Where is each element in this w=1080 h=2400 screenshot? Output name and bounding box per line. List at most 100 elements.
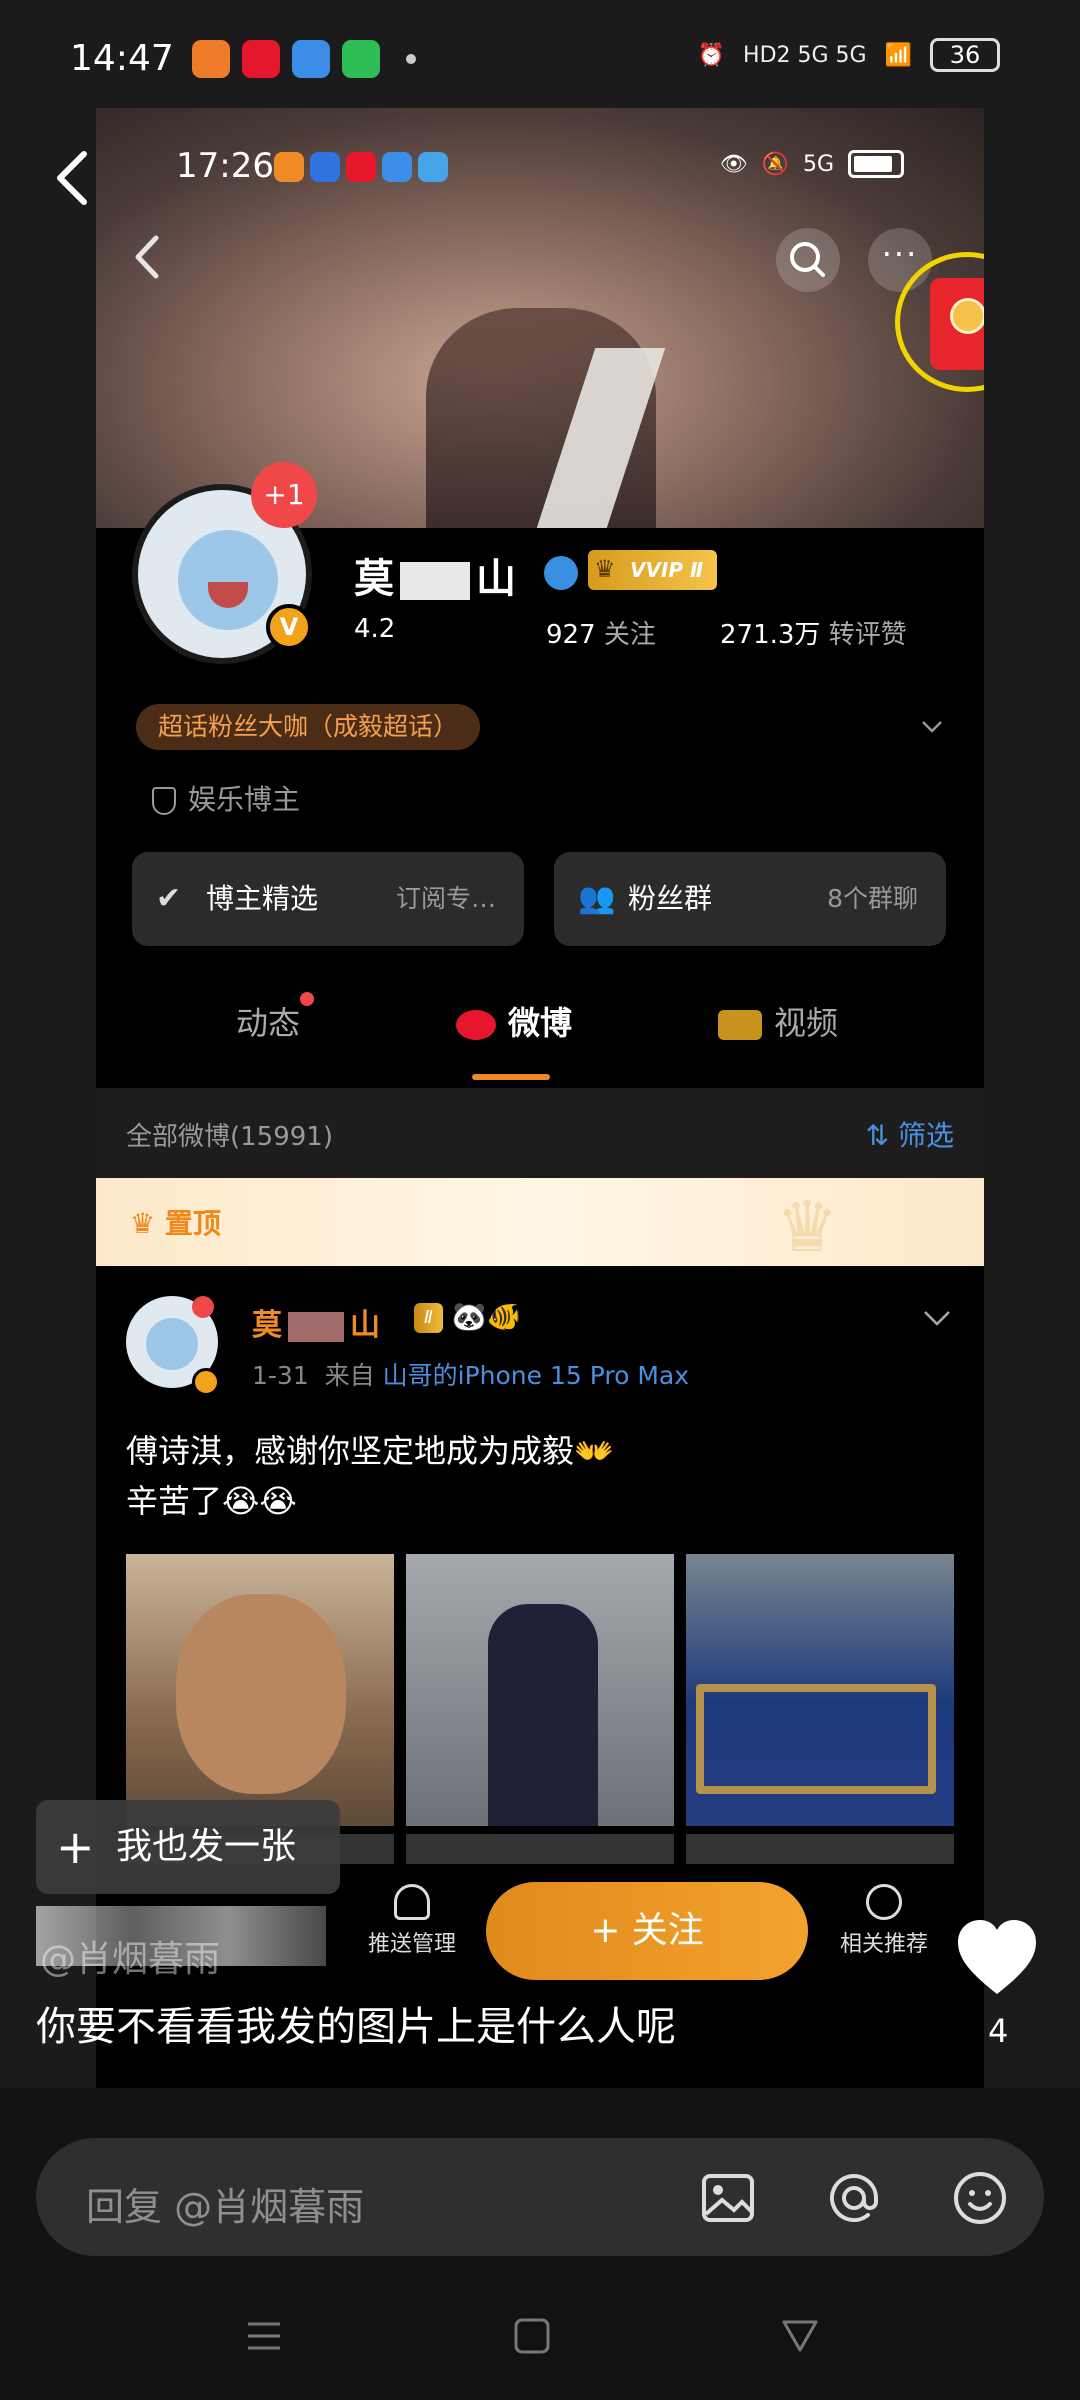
image-content xyxy=(488,1604,598,1826)
story-plus-badge[interactable]: +1 xyxy=(251,462,317,528)
tab-weibo[interactable]: 微博 xyxy=(456,998,572,1044)
profile-name-last: 山 xyxy=(476,556,516,602)
chevron-up-icon xyxy=(866,1884,902,1920)
post-image-row xyxy=(406,1834,674,1864)
avatar-illustration xyxy=(178,530,278,630)
filter-bar: 全部微博(15991) ⇅ 筛选 xyxy=(96,1088,984,1178)
comment-text: 你要不看看我发的图片上是什么人呢 xyxy=(36,2004,676,2050)
post-image[interactable] xyxy=(406,1554,674,1826)
app-notification-icon xyxy=(342,40,380,78)
likes-label: 转评赞 xyxy=(828,620,907,650)
follow-count: 927 xyxy=(546,620,596,650)
app-notification-icon xyxy=(382,152,412,182)
plus-icon: + xyxy=(56,1820,95,1874)
pinned-text: 置顶 xyxy=(164,1207,221,1240)
super-topic-tag[interactable]: 超话粉丝大咖（成毅超话） xyxy=(136,704,481,750)
home-icon[interactable] xyxy=(512,2316,552,2356)
wifi-icon: 📶 xyxy=(884,42,912,68)
post-badges: Ⅱ 🐼🐠 xyxy=(414,1300,522,1333)
chevron-down-icon[interactable] xyxy=(922,1306,952,1330)
crown-watermark-icon: ♛ xyxy=(776,1186,839,1268)
bell-icon xyxy=(394,1884,430,1920)
fan-group-card[interactable]: 👥 粉丝群 8个群聊 xyxy=(554,852,946,946)
embedded-status-bar: 17:26 👁 🔕 5G xyxy=(96,138,984,198)
related-recommend-label: 相关推荐 xyxy=(839,1932,928,1957)
category-tag: 娱乐博主 xyxy=(152,778,300,818)
comment-username[interactable]: @肖烟暮雨 xyxy=(40,1930,220,1982)
male-gender-icon xyxy=(544,556,578,590)
app-notification-icon xyxy=(274,152,304,182)
app-notification-icon xyxy=(292,40,330,78)
tab-video[interactable]: 视频 xyxy=(718,998,838,1044)
crown-icon: ♛ xyxy=(594,555,616,583)
post-image[interactable] xyxy=(126,1554,394,1826)
post-from-label: 来自 xyxy=(324,1361,375,1390)
avatar-illustration xyxy=(146,1318,198,1370)
follow-button[interactable]: + 关注 xyxy=(486,1882,808,1980)
fan-group-title: 粉丝群 xyxy=(628,882,713,915)
fans-count[interactable]: 4.2 xyxy=(354,614,395,644)
red-packet-icon[interactable] xyxy=(930,278,984,370)
post-image[interactable] xyxy=(686,1554,954,1826)
featured-title: 博主精选 xyxy=(206,882,319,915)
network-indicator: 5G xyxy=(802,151,834,177)
weibo-logo-icon xyxy=(456,1010,496,1040)
back-triangle-icon[interactable] xyxy=(780,2316,820,2356)
post-meta: 1-31 来自 山哥的iPhone 15 Pro Max xyxy=(252,1356,689,1392)
app-notification-icon xyxy=(418,152,448,182)
profile-back-icon[interactable] xyxy=(132,232,162,282)
weibo-notification-icon xyxy=(242,40,280,78)
fish-icon: 🐠 xyxy=(486,1300,522,1333)
alarm-icon: ⏰ xyxy=(697,42,726,68)
heart-icon[interactable] xyxy=(952,1914,1042,2004)
panda-icon: 🐼 xyxy=(451,1300,487,1333)
network-indicators: HD2 5G 5G xyxy=(743,42,867,68)
battery-indicator: 36 xyxy=(930,38,1000,72)
pinned-label: ♛ 置顶 xyxy=(130,1202,221,1242)
vip-level-badge: Ⅱ xyxy=(414,1303,443,1333)
follow-label: 关注 xyxy=(603,620,656,650)
post-image-row xyxy=(686,1834,954,1864)
tab-weibo-label: 微博 xyxy=(508,1004,573,1042)
app-notification-icon xyxy=(192,40,230,78)
emoji-icon[interactable] xyxy=(950,2168,1010,2228)
featured-posts-card[interactable]: ✔ 博主精选 订阅专… xyxy=(132,852,524,946)
tab-video-label: 视频 xyxy=(774,1004,839,1042)
filter-label: 筛选 xyxy=(897,1119,954,1152)
video-icon xyxy=(718,1010,762,1040)
push-settings-button[interactable]: 推送管理 xyxy=(352,1884,472,1958)
crown-icon: ♛ xyxy=(130,1207,156,1240)
post-author-name[interactable]: 莫山 xyxy=(252,1300,380,1344)
tab-dynamic-label: 动态 xyxy=(236,1004,301,1042)
follow-stat[interactable]: 927 关注 xyxy=(546,614,656,651)
image-icon[interactable] xyxy=(698,2168,758,2228)
pinned-banner: ♛ 置顶 ♛ xyxy=(96,1178,984,1268)
verified-badge-icon xyxy=(192,1368,220,1396)
chevron-down-icon[interactable] xyxy=(920,714,944,738)
reply-placeholder: 回复 @肖烟暮雨 xyxy=(86,2185,365,2229)
filter-button[interactable]: ⇅ 筛选 xyxy=(866,1114,954,1154)
vip-badge-label: VVIP Ⅱ xyxy=(630,558,704,582)
likes-stat[interactable]: 271.3万 转评赞 xyxy=(720,614,907,651)
mention-icon[interactable] xyxy=(824,2168,884,2228)
group-icon: 👥 xyxy=(578,881,616,916)
shield-icon xyxy=(152,787,176,815)
weibo-notification-icon xyxy=(346,152,376,182)
redacted-block xyxy=(288,1311,344,1342)
menu-icon[interactable] xyxy=(244,2316,284,2356)
vip-badge[interactable]: ♛ VVIP Ⅱ xyxy=(588,550,718,590)
active-tab-indicator xyxy=(472,1074,550,1080)
profile-name: 莫山 xyxy=(354,546,516,604)
fan-group-subtitle: 8个群聊 xyxy=(827,884,918,913)
like-count: 4 xyxy=(988,2012,1009,2050)
related-recommend-button[interactable]: 相关推荐 xyxy=(824,1884,944,1958)
back-arrow-icon[interactable] xyxy=(52,148,92,208)
post-source[interactable]: 山哥的iPhone 15 Pro Max xyxy=(383,1361,689,1390)
tab-dynamic[interactable]: 动态 xyxy=(236,992,315,1044)
system-navigation-bar xyxy=(0,2268,1080,2400)
app-notification-icon xyxy=(310,152,340,182)
status-time: 14:47 xyxy=(70,38,174,79)
verified-badge-icon: V xyxy=(266,604,312,650)
reply-input[interactable]: 回复 @肖烟暮雨 xyxy=(36,2138,1044,2256)
search-icon[interactable] xyxy=(776,228,840,292)
